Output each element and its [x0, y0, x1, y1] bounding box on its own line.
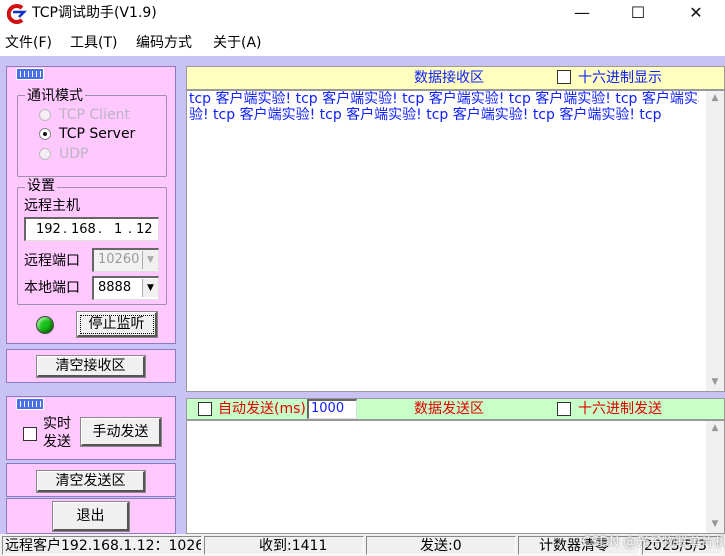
- scroll-down-icon[interactable]: ▼: [707, 519, 723, 529]
- menu-bar: 文件(F) 工具(T) 编码方式 关于(A): [0, 30, 725, 56]
- receive-text-line-2: 验! tcp 客户端实验! tcp 客户端实验! tcp 客户端实验! tcp …: [189, 107, 662, 123]
- exit-panel: 退出: [6, 498, 176, 534]
- watermark-text: CSDN @光子物联单片机: [582, 535, 725, 550]
- receive-header-title: 数据接收区: [414, 70, 484, 86]
- menu-encoding[interactable]: 编码方式: [136, 34, 192, 52]
- scroll-down-icon[interactable]: ▼: [707, 377, 723, 387]
- settings-group-legend: 设置: [25, 178, 57, 194]
- hex-send-checkbox[interactable]: [557, 402, 571, 416]
- remote-host-ip-input[interactable]: 192 . 168 . 1 . 12: [24, 217, 159, 241]
- ip-octet-2: 168: [71, 222, 96, 237]
- tcp-server-radio[interactable]: [39, 128, 51, 140]
- window-title: TCP调试助手(V1.9): [32, 5, 157, 21]
- send-header: 自动发送(ms) 1000 数据发送区 十六进制发送: [186, 398, 725, 420]
- remote-port-label: 远程端口: [24, 253, 80, 269]
- auto-send-checkbox[interactable]: [198, 402, 212, 416]
- close-button[interactable]: ✕: [667, 0, 725, 28]
- realtime-send-label-1: 实时: [43, 416, 71, 432]
- status-received: 收到:1411: [204, 536, 364, 555]
- send-control-panel: 实时 发送 手动发送: [6, 396, 176, 460]
- app-icon: [7, 4, 27, 24]
- clear-send-button[interactable]: 清空发送区: [37, 471, 145, 492]
- remote-port-value: 10260: [98, 252, 140, 267]
- status-remote-client: 远程客户192.168.1.12：10260: [2, 536, 202, 555]
- title-bar[interactable]: TCP调试助手(V1.9) — ☐ ✕: [0, 0, 725, 30]
- send-text-area[interactable]: ▲ ▼: [186, 420, 725, 534]
- receive-scrollbar[interactable]: ▲ ▼: [706, 91, 724, 391]
- status-sent: 发送:0: [366, 536, 516, 555]
- clear-receive-panel: 清空接收区: [6, 349, 176, 383]
- status-bar: 远程客户192.168.1.12：10260 收到:1411 发送:0 计数器清…: [0, 534, 725, 556]
- receive-text-line-1: tcp 客户端实验! tcp 客户端实验! tcp 客户端实验! tcp 客户端…: [189, 91, 699, 107]
- remote-host-label: 远程主机: [24, 198, 80, 214]
- ip-dot: .: [63, 222, 68, 237]
- stop-listen-button[interactable]: 停止监听: [77, 312, 157, 337]
- tcp-client-label: TCP Client: [59, 107, 130, 123]
- clear-receive-button[interactable]: 清空接收区: [37, 356, 145, 377]
- ip-octet-3: 1: [114, 222, 123, 237]
- remote-port-select[interactable]: 10260 ▼: [92, 248, 159, 272]
- send-header-title: 数据发送区: [414, 401, 484, 417]
- realtime-send-checkbox[interactable]: [23, 427, 37, 441]
- auto-send-interval-input[interactable]: 1000: [307, 399, 357, 419]
- menu-tools[interactable]: 工具(T): [70, 34, 117, 52]
- scroll-up-icon[interactable]: ▲: [707, 93, 723, 103]
- menu-about[interactable]: 关于(A): [213, 34, 262, 52]
- exit-button[interactable]: 退出: [53, 502, 129, 531]
- local-port-label: 本地端口: [24, 280, 80, 296]
- chevron-down-icon[interactable]: ▼: [142, 279, 158, 297]
- scroll-up-icon[interactable]: ▲: [707, 423, 723, 433]
- ip-dot: .: [128, 222, 133, 237]
- manual-send-button[interactable]: 手动发送: [81, 418, 161, 446]
- chevron-down-icon[interactable]: ▼: [142, 251, 158, 269]
- tcp-server-label: TCP Server: [59, 126, 136, 142]
- settings-panel: 通讯模式 TCP Client TCP Server UDP 设置 远程主机 1…: [6, 66, 176, 344]
- panel-grip-icon: [16, 398, 44, 410]
- realtime-send-label-2: 发送: [43, 434, 71, 450]
- hex-send-label: 十六进制发送: [578, 401, 662, 417]
- ip-dot: .: [98, 222, 103, 237]
- connection-status-led: [36, 316, 54, 334]
- minimize-button[interactable]: —: [553, 0, 611, 28]
- udp-label: UDP: [59, 146, 89, 162]
- menu-file[interactable]: 文件(F): [5, 34, 52, 52]
- local-port-select[interactable]: 8888 ▼: [92, 276, 159, 300]
- mode-group-legend: 通讯模式: [25, 88, 85, 104]
- udp-radio[interactable]: [39, 148, 51, 160]
- hex-display-checkbox[interactable]: [557, 70, 571, 84]
- local-port-value: 8888: [98, 280, 132, 295]
- send-scrollbar[interactable]: ▲ ▼: [706, 421, 724, 533]
- panel-grip-icon: [16, 68, 44, 80]
- tcp-client-radio[interactable]: [39, 109, 51, 121]
- hex-display-label: 十六进制显示: [578, 70, 662, 86]
- maximize-button[interactable]: ☐: [609, 0, 667, 28]
- ip-octet-4: 12: [136, 222, 153, 237]
- clear-send-panel: 清空发送区: [6, 463, 176, 497]
- auto-send-label: 自动发送(ms): [218, 401, 306, 417]
- ip-octet-1: 192: [36, 222, 61, 237]
- receive-text-area[interactable]: tcp 客户端实验! tcp 客户端实验! tcp 客户端实验! tcp 客户端…: [186, 90, 725, 392]
- receive-header: 数据接收区 十六进制显示: [186, 66, 725, 90]
